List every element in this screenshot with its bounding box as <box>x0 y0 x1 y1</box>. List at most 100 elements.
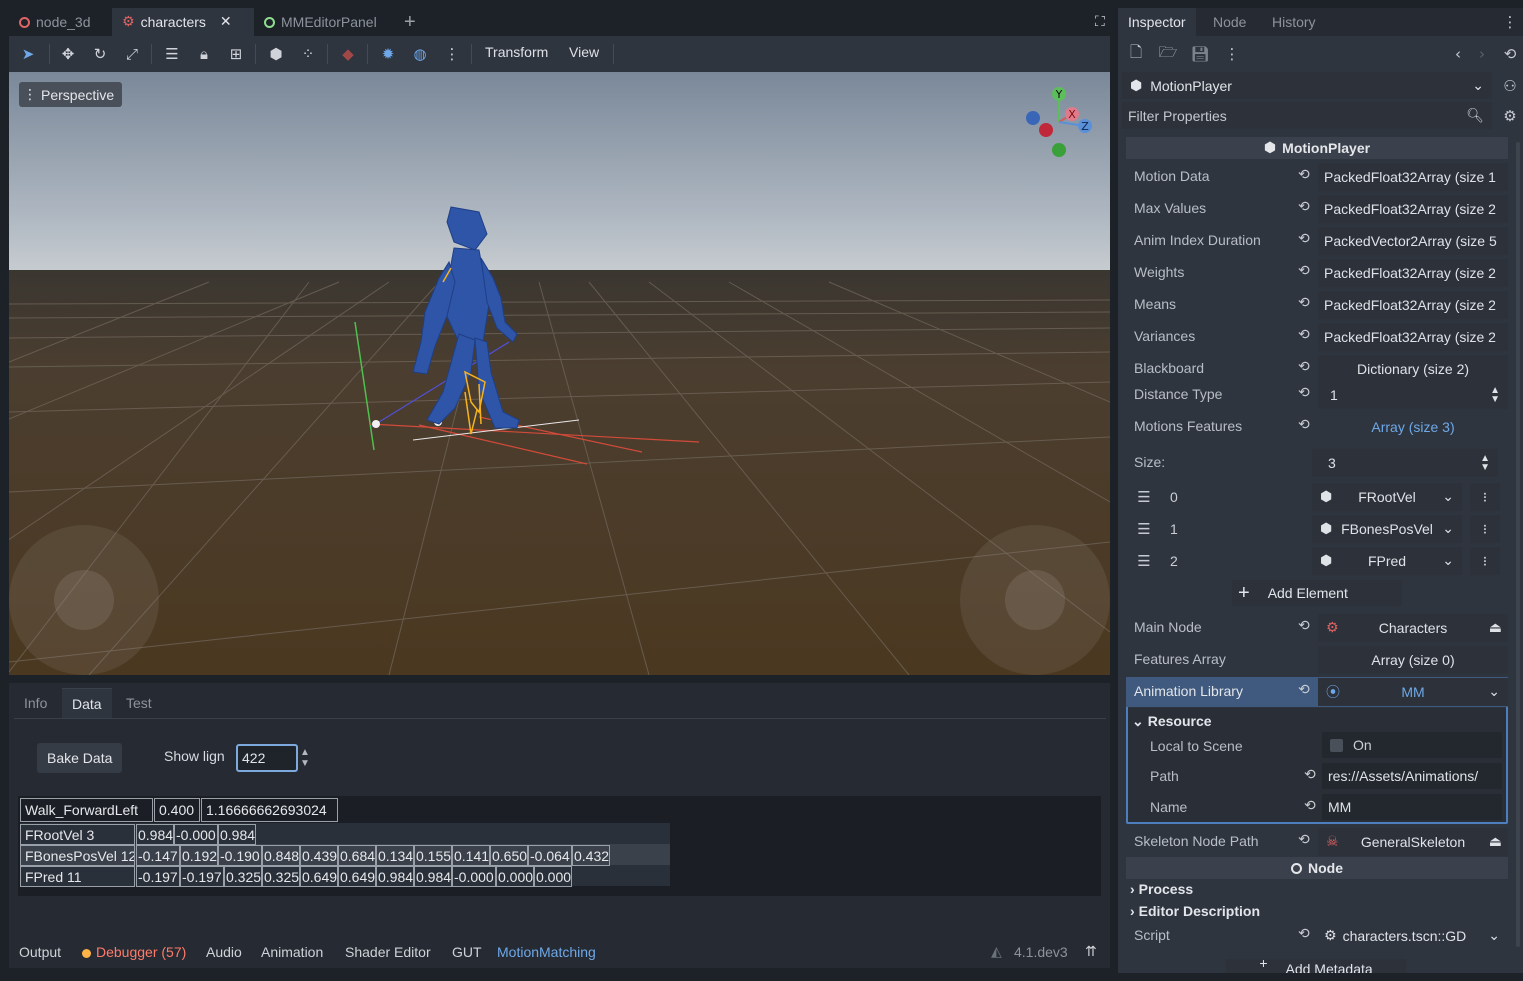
orientation-gizmo[interactable]: Y X Z <box>1019 86 1099 166</box>
move-tool-icon[interactable]: ✥ <box>55 42 81 66</box>
close-icon[interactable]: ✕ <box>220 14 232 30</box>
spin-arrows-icon[interactable]: ▲ ▼ <box>300 747 310 769</box>
debugger-tab[interactable]: Debugger (57) <box>96 944 186 960</box>
animation-library-picker[interactable]: ⦿ MM ⌄ <box>1318 678 1508 706</box>
new-resource-icon[interactable]: 🗋 <box>1124 42 1148 66</box>
add-metadata-button[interactable]: + Add Metadata <box>1226 959 1406 973</box>
property-motions-features[interactable]: Motions Features ⟲ Array (size 3) <box>1126 412 1508 442</box>
size-spinbox[interactable]: 3 ▲ ▼ <box>1312 449 1498 477</box>
property-row[interactable]: Weights ⟲ PackedFloat32Array (size 2 <box>1126 258 1508 288</box>
revert-icon[interactable]: ⟲ <box>1298 385 1310 401</box>
property-value[interactable]: PackedVector2Array (size 5 <box>1318 227 1508 255</box>
rotate-tool-icon[interactable]: ↻ <box>87 42 113 66</box>
animation-tab[interactable]: Animation <box>261 944 323 960</box>
chevron-down-icon[interactable]: ⌄ <box>1442 521 1454 537</box>
property-row[interactable]: Means ⟲ PackedFloat32Array (size 2 <box>1126 290 1508 320</box>
drag-handle-icon[interactable]: ☰ <box>1132 485 1156 509</box>
chevron-down-icon[interactable]: ⌄ <box>1488 684 1500 700</box>
script-picker[interactable]: ⚙ characters.tscn::GD ⌄ <box>1318 922 1508 950</box>
revert-icon[interactable]: ⟲ <box>1304 767 1316 783</box>
property-main-node[interactable]: Main Node ⟲ ⚙ Characters ⏏ <box>1126 613 1508 643</box>
open-folder-icon[interactable]: 🗁 <box>1156 42 1180 66</box>
resource-section-header[interactable]: ⌄ Resource <box>1132 713 1212 730</box>
revert-icon[interactable]: ⟲ <box>1298 926 1310 942</box>
add-tab-icon[interactable]: + <box>394 8 426 36</box>
gut-tab[interactable]: GUT <box>452 944 482 960</box>
audio-tab[interactable]: Audio <box>206 944 242 960</box>
property-script[interactable]: Script ⟲ ⚙ characters.tscn::GD ⌄ <box>1126 921 1508 951</box>
virtual-joystick-left[interactable] <box>9 525 159 675</box>
revert-icon[interactable]: ⟲ <box>1298 359 1310 375</box>
transform-menu[interactable]: Transform <box>485 44 548 60</box>
revert-icon[interactable]: ⟲ <box>1298 199 1310 215</box>
property-row[interactable]: Max Values ⟲ PackedFloat32Array (size 2 <box>1126 194 1508 224</box>
object-tools-icon[interactable]: ⚇ <box>1498 74 1522 98</box>
tab-history[interactable]: History <box>1262 8 1326 36</box>
history-list-icon[interactable]: ⟲ <box>1498 42 1522 66</box>
skeleton-node-picker[interactable]: ☠ GeneralSkeleton ⏏ <box>1318 828 1508 856</box>
view-menu[interactable]: View <box>569 44 599 60</box>
property-value[interactable]: PackedFloat32Array (size 1 <box>1318 163 1508 191</box>
property-skeleton-node-path[interactable]: Skeleton Node Path ⟲ ☠ GeneralSkeleton ⏏ <box>1126 827 1508 857</box>
property-value[interactable]: PackedFloat32Array (size 2 <box>1318 259 1508 287</box>
joystick-knob[interactable] <box>54 570 114 630</box>
path-input[interactable]: res://Assets/Animations/ <box>1322 763 1502 789</box>
sun-icon[interactable]: ✹ <box>375 42 401 66</box>
fullscreen-icon[interactable]: ⛶ <box>1085 8 1115 36</box>
tab-mmeditorpanel[interactable]: MMEditorPanel <box>254 8 394 36</box>
chevron-down-icon[interactable]: ⌄ <box>1488 928 1500 944</box>
environment-icon[interactable]: ◍ <box>407 42 433 66</box>
chevron-down-icon[interactable]: ⌄ <box>1442 553 1454 569</box>
main-node-picker[interactable]: ⚙ Characters ⏏ <box>1318 614 1508 642</box>
spin-arrows-icon[interactable]: ▲ ▼ <box>1490 386 1500 405</box>
element-options-icon[interactable]: ⁝ <box>1470 515 1500 543</box>
array-element-row[interactable]: ☰ 1 ⬢ FBonesPosVel ⌄ ⁝ <box>1126 514 1508 544</box>
motionplayer-section-header[interactable]: ⬢ MotionPlayer <box>1126 137 1508 159</box>
drag-handle-icon[interactable]: ☰ <box>1132 549 1156 573</box>
revert-icon[interactable]: ⟲ <box>1298 295 1310 311</box>
revert-icon[interactable]: ⟲ <box>1298 682 1310 698</box>
pin-panel-icon[interactable]: ⇈ <box>1085 944 1097 960</box>
chevron-down-icon[interactable]: ⌄ <box>1442 489 1454 505</box>
element-options-icon[interactable]: ⁝ <box>1470 483 1500 511</box>
node-section-header[interactable]: Node <box>1126 857 1508 879</box>
more-options-icon[interactable]: ⋮ <box>1220 42 1244 66</box>
3d-viewport[interactable]: ⋮ Perspective Y X Z <box>9 72 1110 675</box>
add-element-button[interactable]: + Add Element <box>1232 580 1402 606</box>
features-array-button[interactable]: Array (size 0) <box>1318 646 1508 674</box>
name-input[interactable]: MM <box>1322 794 1502 820</box>
property-value[interactable]: Dictionary (size 2) <box>1318 355 1508 383</box>
element-resource-picker[interactable]: ⬢ FPred ⌄ <box>1312 547 1462 575</box>
history-back-icon[interactable]: ‹ <box>1446 42 1470 66</box>
neg-x-handle[interactable] <box>1039 123 1053 137</box>
filter-settings-icon[interactable]: ⚙ <box>1498 104 1522 128</box>
property-animation-library[interactable]: Animation Library ⟲ ⦿ MM ⌄ <box>1126 677 1508 707</box>
viewport-scene[interactable] <box>9 72 1110 675</box>
revert-icon[interactable]: ⟲ <box>1298 167 1310 183</box>
bake-data-button[interactable]: Bake Data <box>37 743 123 773</box>
property-row[interactable]: Blackboard ⟲ Dictionary (size 2) <box>1126 354 1508 384</box>
property-row[interactable]: Motion Data ⟲ PackedFloat32Array (size 1 <box>1126 162 1508 192</box>
virtual-joystick-right[interactable] <box>960 525 1110 675</box>
tab-node-3d[interactable]: node_3d <box>9 8 112 36</box>
revert-icon[interactable]: ⟲ <box>1298 263 1310 279</box>
drag-handle-icon[interactable]: ☰ <box>1132 517 1156 541</box>
local-to-scene-checkbox[interactable]: On <box>1322 732 1502 758</box>
object-selector[interactable]: ⬢ MotionPlayer ⌄ <box>1122 72 1492 99</box>
neg-z-handle[interactable] <box>1026 111 1040 125</box>
perspective-menu-button[interactable]: ⋮ Perspective <box>19 82 123 107</box>
element-resource-picker[interactable]: ⬢ FBonesPosVel ⌄ <box>1312 515 1462 543</box>
property-value[interactable]: PackedFloat32Array (size 2 <box>1318 195 1508 223</box>
snap-icon[interactable]: ⁘ <box>295 42 321 66</box>
revert-icon[interactable]: ⟲ <box>1298 327 1310 343</box>
inspector-scrollbar[interactable] <box>1516 142 1520 947</box>
tab-characters[interactable]: ⚙ characters ✕ <box>112 8 254 36</box>
more-options-icon[interactable]: ⋮ <box>439 42 465 66</box>
output-tab[interactable]: Output <box>19 944 61 960</box>
element-resource-picker[interactable]: ⬢ FRootVel ⌄ <box>1312 483 1462 511</box>
process-section-header[interactable]: › Process <box>1130 881 1193 897</box>
list-select-icon[interactable]: ☰ <box>159 42 185 66</box>
property-features-array[interactable]: Features Array Array (size 0) <box>1126 645 1508 675</box>
motionmatching-tab[interactable]: MotionMatching <box>497 944 596 960</box>
tab-data[interactable]: Data <box>62 688 112 718</box>
